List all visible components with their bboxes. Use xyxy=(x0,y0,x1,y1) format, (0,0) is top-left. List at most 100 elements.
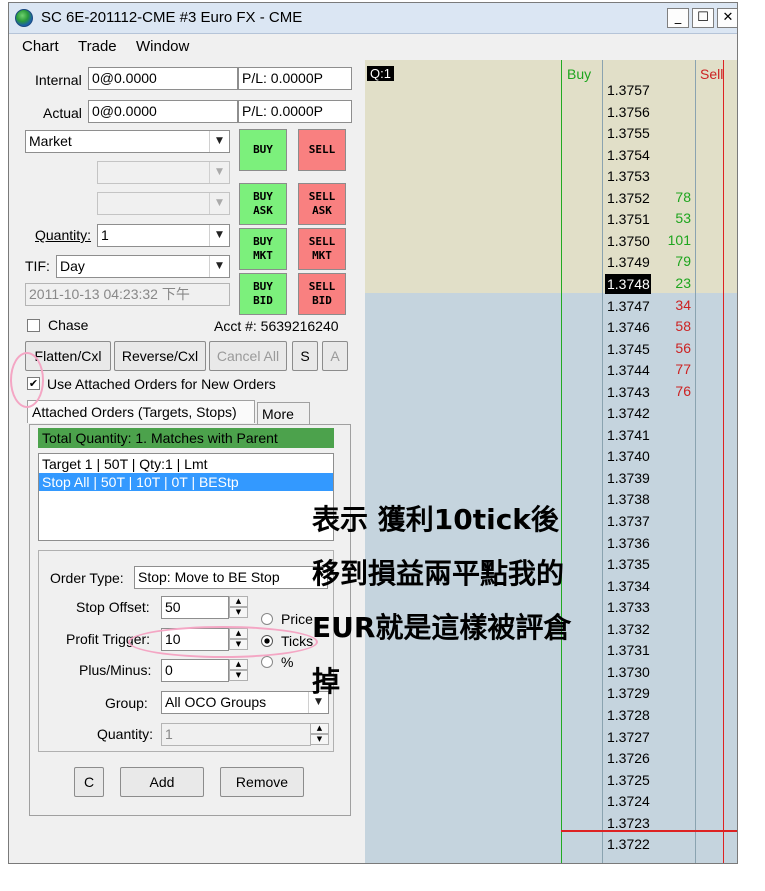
ladder-price[interactable]: 1.3724 xyxy=(607,791,667,811)
a-button[interactable]: A xyxy=(322,341,348,371)
annotation-line-1: 表示 獲利10tick後 xyxy=(312,503,559,536)
buy-ask-label-2: ASK xyxy=(253,204,273,217)
radio-price[interactable] xyxy=(261,613,273,625)
highlight-ring-profit-trigger xyxy=(128,626,318,658)
s-button[interactable]: S xyxy=(292,341,318,371)
ladder-volume: 23 xyxy=(675,274,691,291)
ladder-price[interactable]: 1.3750 xyxy=(607,231,667,251)
buy-bid-button[interactable]: BUY BID xyxy=(239,273,287,315)
cancel-all-button[interactable]: Cancel All xyxy=(209,341,287,371)
maximize-button[interactable]: ☐ xyxy=(692,8,714,28)
ladder-price[interactable]: 1.3749 xyxy=(607,252,667,272)
radio-price-label: Price xyxy=(281,611,313,627)
order-type-select[interactable]: Market ▼ xyxy=(25,130,230,153)
ladder-price[interactable]: 1.3733 xyxy=(607,597,667,617)
quantity-select[interactable]: 1 ▼ xyxy=(97,224,230,247)
tab-more[interactable]: More xyxy=(257,402,310,425)
attached-orders-list[interactable]: Target 1 | 50T | Qty:1 | Lmt Stop All | … xyxy=(38,453,334,541)
ladder-price[interactable]: 1.3757 xyxy=(607,80,667,100)
sell-mkt-button[interactable]: SELL MKT xyxy=(298,228,346,270)
ladder-price[interactable]: 1.3736 xyxy=(607,533,667,553)
sell-ask-button[interactable]: SELL ASK xyxy=(298,183,346,225)
list-item-selected[interactable]: Stop All | 50T | 10T | 0T | BEStp xyxy=(39,473,333,491)
tif-select[interactable]: Day ▼ xyxy=(56,255,230,278)
ladder-price[interactable]: 1.3747 xyxy=(607,296,667,316)
ladder-price[interactable]: 1.3725 xyxy=(607,770,667,790)
ladder-volume: 79 xyxy=(675,253,691,270)
price-ladder[interactable]: Q:1 Buy Sell 1.3757 1.3756 1.3755 1.3754 1.3… xyxy=(365,60,737,863)
chase-checkbox[interactable] xyxy=(27,319,40,332)
ladder-price[interactable]: 1.3743 xyxy=(607,382,667,402)
ladder-price[interactable]: 1.3727 xyxy=(607,727,667,747)
ladder-price[interactable]: 1.3753 xyxy=(607,166,667,186)
stop-offset-input[interactable]: 50 xyxy=(161,596,229,619)
price-select-2[interactable]: ▼ xyxy=(97,192,230,215)
ladder-price[interactable]: 1.3734 xyxy=(607,576,667,596)
ladder-price[interactable]: 1.3735 xyxy=(607,554,667,574)
buy-button[interactable]: BUY xyxy=(239,129,287,171)
ladder-price[interactable]: 1.3728 xyxy=(607,705,667,725)
ladder-price[interactable]: 1.3726 xyxy=(607,748,667,768)
sell-bid-label-2: BID xyxy=(312,294,332,307)
ladder-price[interactable]: 1.3746 xyxy=(607,317,667,337)
order-type-value: Market xyxy=(29,133,72,149)
remove-button[interactable]: Remove xyxy=(220,767,304,797)
ladder-price[interactable]: 1.3755 xyxy=(607,123,667,143)
ladder-price[interactable]: 1.3742 xyxy=(607,403,667,423)
highlight-ring-checkbox xyxy=(10,352,44,408)
sell-bid-button[interactable]: SELL BID xyxy=(298,273,346,315)
ladder-price[interactable]: 1.3754 xyxy=(607,145,667,165)
stop-offset-stepper[interactable]: ▲ ▼ xyxy=(229,596,248,619)
datetime-field[interactable]: 2011-10-13 04:23:32 下午 xyxy=(25,283,230,306)
radio-percent[interactable] xyxy=(261,656,273,668)
menu-window[interactable]: Window xyxy=(136,38,189,55)
menu-chart[interactable]: Chart xyxy=(22,38,59,55)
ladder-price[interactable]: 1.3739 xyxy=(607,468,667,488)
add-button[interactable]: Add xyxy=(120,767,204,797)
ladder-price[interactable]: 1.3722 xyxy=(607,834,667,854)
ladder-volume: 34 xyxy=(675,296,691,313)
ladder-price[interactable]: 1.3751 xyxy=(607,209,667,229)
ladder-price[interactable]: 1.3756 xyxy=(607,102,667,122)
buy-column-line xyxy=(561,60,562,863)
reverse-cancel-button[interactable]: Reverse/Cxl xyxy=(114,341,206,371)
sell-mkt-label-1: SELL xyxy=(308,235,336,248)
ladder-price[interactable]: 1.3745 xyxy=(607,339,667,359)
chevron-down-icon: ▼ xyxy=(209,256,229,277)
attached-quantity-input[interactable]: 1 xyxy=(161,723,311,746)
menu-trade[interactable]: Trade xyxy=(78,38,117,55)
attached-order-type-field[interactable]: Stop: Move to BE Stop xyxy=(134,566,328,589)
sell-ask-label-2: ASK xyxy=(312,204,332,217)
ladder-price[interactable]: 1.3730 xyxy=(607,662,667,682)
title-bar[interactable]: SC 6E-201112-CME #3 Euro FX - CME _ ☐ ✕ xyxy=(9,3,737,34)
actual-position-field: 0@0.0000 xyxy=(88,100,238,123)
price-select-1[interactable]: ▼ xyxy=(97,161,230,184)
tab-attached-orders[interactable]: Attached Orders (Targets, Stops) xyxy=(27,400,255,423)
ladder-price[interactable]: 1.3729 xyxy=(607,683,667,703)
ladder-volume: 101 xyxy=(667,231,691,248)
ladder-price[interactable]: 1.3737 xyxy=(607,511,667,531)
sell-button[interactable]: SELL xyxy=(298,129,346,171)
ladder-price[interactable]: 1.3744 xyxy=(607,360,667,380)
plus-minus-stepper[interactable]: ▲ ▼ xyxy=(229,659,248,682)
c-button[interactable]: C xyxy=(74,767,104,797)
group-select[interactable]: All OCO Groups ▼ xyxy=(161,691,329,714)
ladder-price[interactable]: 1.3740 xyxy=(607,446,667,466)
chase-label: Chase xyxy=(48,317,89,333)
attached-quantity-stepper[interactable]: ▲ ▼ xyxy=(310,723,329,746)
plus-minus-input[interactable]: 0 xyxy=(161,659,229,682)
list-item[interactable]: Target 1 | 50T | Qty:1 | Lmt xyxy=(39,455,333,473)
ladder-price[interactable]: 1.3732 xyxy=(607,619,667,639)
ladder-price[interactable]: 1.3748 xyxy=(605,273,651,294)
ladder-price[interactable]: 1.3752 xyxy=(607,188,667,208)
sell-label: SELL xyxy=(308,143,336,156)
ladder-price[interactable]: 1.3738 xyxy=(607,489,667,509)
buy-ask-button[interactable]: BUY ASK xyxy=(239,183,287,225)
minimize-button[interactable]: _ xyxy=(667,8,689,28)
ladder-price[interactable]: 1.3741 xyxy=(607,425,667,445)
buy-mkt-button[interactable]: BUY MKT xyxy=(239,228,287,270)
stop-offset-label: Stop Offset: xyxy=(76,599,150,615)
ladder-price[interactable]: 1.3731 xyxy=(607,640,667,660)
close-button[interactable]: ✕ xyxy=(717,8,737,28)
globe-icon xyxy=(15,9,33,27)
